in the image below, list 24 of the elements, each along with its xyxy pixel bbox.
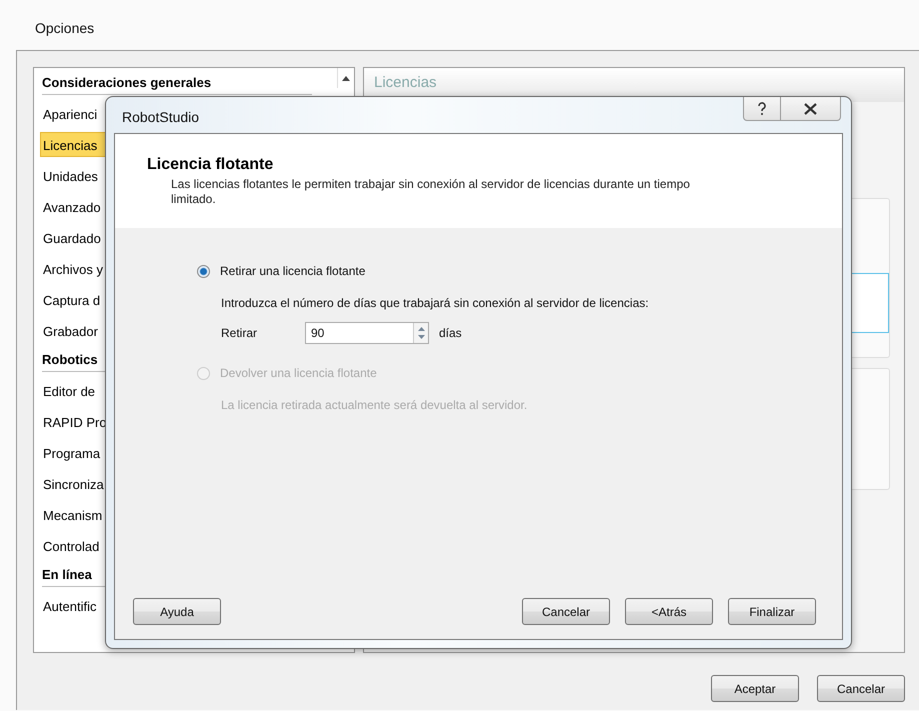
close-icon: [804, 102, 817, 114]
group-heading: Consideraciones generales: [42, 72, 312, 95]
dialog-heading: Licencia flotante: [147, 156, 274, 174]
unit-label: días: [439, 326, 462, 340]
help-button[interactable]: [743, 97, 781, 121]
dialog-button[interactable]: Cancelar: [817, 675, 905, 702]
wizard-button[interactable]: Cancelar: [522, 598, 610, 625]
days-spinner[interactable]: 90: [305, 322, 429, 344]
dialog-button[interactable]: Aceptar: [711, 675, 799, 702]
dialog-title: RobotStudio: [121, 108, 200, 127]
wizard-button[interactable]: <Atrás: [625, 598, 713, 625]
help-icon: [757, 102, 767, 116]
option-label: Retirar una licencia flotante: [220, 264, 366, 278]
field-label: Retirar: [221, 326, 258, 340]
option-detail: La licencia retirada actualmente será devuelta al servidor.: [221, 398, 528, 412]
help-text-button[interactable]: Ayuda: [133, 598, 221, 625]
radio-button[interactable]: [197, 264, 210, 278]
up-arrow-icon: [342, 76, 350, 80]
dialog-description: Las licencias flotantes le permiten trabajar sin conexión al servidor de licencias durante un tiempo limitado.: [171, 177, 691, 207]
panel-title: Licencias: [374, 74, 437, 91]
close-button[interactable]: [781, 97, 841, 121]
wizard-button[interactable]: Finalizar: [728, 598, 816, 625]
option-detail: Introduzca el número de días que trabajará sin conexión al servidor de licencias:: [221, 296, 650, 310]
window-title: Opciones: [34, 19, 96, 38]
